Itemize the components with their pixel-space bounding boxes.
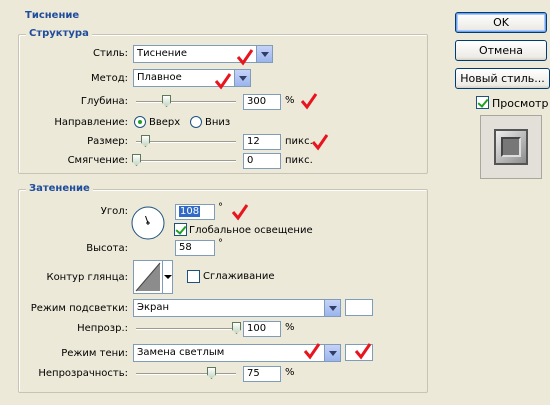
angle-unit: ° — [218, 202, 223, 213]
angle-input[interactable]: 108 — [175, 204, 215, 220]
soften-unit: пикс. — [285, 155, 313, 166]
chevron-down-icon[interactable] — [162, 261, 172, 293]
altitude-input-value: 58 — [179, 242, 192, 253]
chevron-down-icon[interactable] — [234, 70, 250, 86]
direction-up-radio[interactable] — [134, 116, 146, 128]
highlight-mode-label: Режим подсветки: — [30, 303, 128, 314]
shadow-mode-label: Режим тени: — [61, 348, 128, 359]
highlight-opacity-input[interactable]: 100 — [243, 321, 281, 337]
direction-down-label: Вниз — [205, 117, 231, 128]
highlight-color-swatch[interactable] — [345, 299, 373, 316]
depth-unit: % — [285, 95, 295, 106]
chevron-down-icon[interactable] — [256, 46, 272, 62]
size-slider-track[interactable] — [136, 141, 236, 143]
shading-group — [18, 189, 428, 393]
antialias-label: Сглаживание — [203, 271, 275, 282]
preview-thumbnail — [480, 115, 542, 179]
soften-input[interactable]: 0 — [243, 153, 281, 169]
highlight-opacity-label: Непрозр.: — [77, 323, 128, 334]
method-select[interactable]: Плавное — [133, 69, 251, 87]
structure-title: Структура — [26, 28, 92, 39]
annotation-check-icon — [354, 343, 372, 360]
size-input[interactable]: 12 — [243, 134, 281, 150]
size-unit: пикс. — [285, 136, 313, 147]
shadow-opacity-unit: % — [285, 367, 295, 378]
angle-input-value: 108 — [179, 206, 201, 217]
annotation-check-icon — [231, 204, 249, 221]
highlight-opacity-unit: % — [285, 322, 295, 333]
angle-dial[interactable] — [131, 206, 165, 240]
shadow-opacity-input[interactable]: 75 — [243, 366, 281, 382]
altitude-unit: ° — [218, 238, 223, 249]
angle-label: Угол: — [100, 206, 128, 217]
soften-label: Смягчение: — [67, 155, 128, 166]
depth-input-value: 300 — [247, 96, 267, 107]
depth-label: Глубина: — [80, 96, 128, 107]
preview-label: Просмотр — [492, 97, 549, 110]
highlight-opacity-track[interactable] — [136, 328, 236, 330]
chevron-down-icon[interactable] — [324, 300, 340, 316]
direction-down-radio[interactable] — [190, 116, 202, 128]
ok-button[interactable]: OK — [455, 12, 547, 33]
shading-title: Затенение — [26, 183, 93, 194]
shadow-opacity-value: 75 — [247, 368, 260, 379]
new-style-button[interactable]: Новый стиль... — [455, 68, 550, 89]
soften-slider-track[interactable] — [136, 160, 236, 162]
cancel-button[interactable]: Отмена — [455, 40, 547, 61]
soften-input-value: 0 — [247, 155, 254, 166]
depth-slider-track[interactable] — [136, 101, 236, 103]
method-label: Метод: — [90, 73, 128, 84]
gloss-contour-label: Контур глянца: — [46, 272, 128, 283]
direction-label: Направление: — [54, 117, 128, 128]
annotation-check-icon — [303, 343, 321, 360]
contour-linear-icon — [135, 262, 161, 292]
bevel-emboss-title: Тиснение — [22, 10, 83, 21]
depth-input[interactable]: 300 — [243, 94, 281, 110]
annotation-check-icon — [300, 93, 318, 110]
size-label: Размер: — [87, 136, 128, 147]
shadow-opacity-label: Непрозрачность: — [38, 368, 128, 379]
direction-up-label: Вверх — [149, 117, 181, 128]
shadow-opacity-track[interactable] — [136, 373, 236, 375]
global-light-checkbox[interactable] — [174, 223, 187, 236]
angle-dial-icon — [131, 206, 165, 240]
gloss-contour-picker[interactable] — [133, 260, 173, 294]
altitude-input[interactable]: 58 — [175, 240, 215, 256]
style-label: Стиль: — [93, 48, 128, 59]
preview-checkbox[interactable] — [476, 96, 489, 109]
style-select-value: Тиснение — [137, 48, 187, 59]
annotation-check-icon — [311, 134, 329, 151]
size-input-value: 12 — [247, 136, 260, 147]
antialias-checkbox[interactable] — [187, 270, 200, 283]
annotation-check-icon — [214, 73, 232, 90]
highlight-mode-select[interactable]: Экран — [133, 299, 341, 317]
annotation-check-icon — [236, 49, 254, 66]
chevron-down-icon[interactable] — [324, 345, 340, 361]
highlight-mode-value: Экран — [137, 302, 170, 313]
highlight-opacity-value: 100 — [247, 323, 267, 334]
shadow-mode-value: Замена светлым — [137, 347, 225, 358]
global-light-label: Глобальное освещение — [189, 225, 313, 236]
method-select-value: Плавное — [137, 72, 182, 83]
altitude-label: Высота: — [86, 243, 128, 254]
